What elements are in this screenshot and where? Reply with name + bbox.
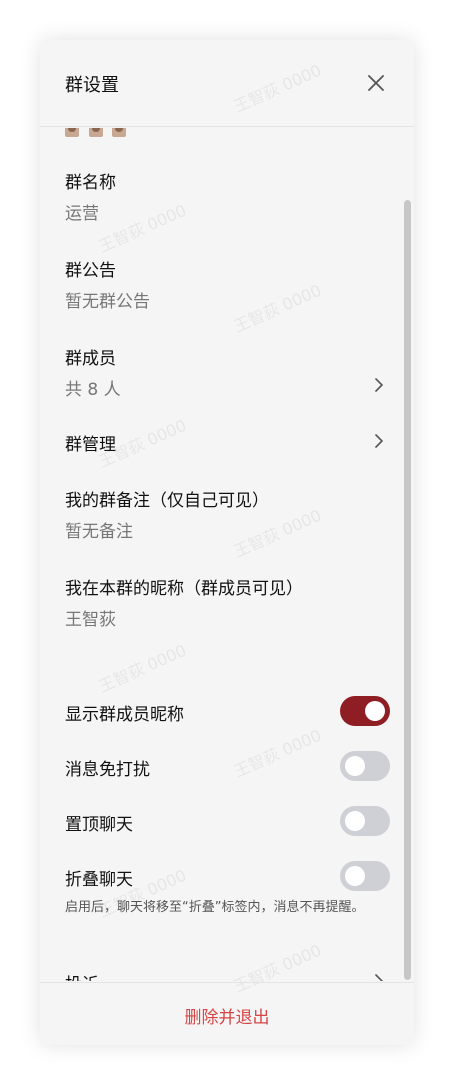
panel-title: 群设置 — [65, 75, 119, 96]
settings-scroll-area[interactable]: 群名称 运营 群公告 暂无群公告 群成员 共 8 人 群管理 我的群备注（仅自己… — [40, 128, 414, 981]
management-label: 群管理 — [65, 435, 116, 455]
scrollbar[interactable] — [404, 200, 411, 980]
my-nickname-label: 我在本群的昵称（群成员可见） — [65, 579, 303, 599]
close-button[interactable] — [366, 73, 386, 93]
pin-toggle[interactable] — [340, 806, 390, 836]
members-count: 共 8 人 — [65, 380, 121, 400]
mute-row: 消息免打扰 — [40, 749, 414, 783]
report-row[interactable]: 投诉 — [40, 970, 414, 981]
my-remark-label: 我的群备注（仅自己可见） — [65, 491, 269, 511]
report-label: 投诉 — [65, 970, 99, 981]
avatar — [65, 128, 79, 137]
fold-toggle[interactable] — [340, 861, 390, 891]
delete-and-exit-button[interactable]: 删除并退出 — [40, 1003, 414, 1028]
chevron-right-icon — [375, 378, 383, 392]
pin-row: 置顶聊天 — [40, 804, 414, 838]
fold-row: 折叠聊天 启用后，聊天将移至“折叠”标签内，消息不再提醒。 — [40, 859, 414, 949]
show-nicknames-row: 显示群成员昵称 — [40, 694, 414, 728]
my-nickname-row[interactable]: 我在本群的昵称（群成员可见） 王智荻 — [40, 574, 414, 634]
avatar — [112, 128, 126, 137]
announcement-row[interactable]: 群公告 暂无群公告 — [40, 256, 414, 316]
chevron-right-icon — [375, 434, 383, 448]
my-remark-value: 暂无备注 — [65, 522, 133, 542]
my-nickname-value: 王智荻 — [65, 610, 116, 630]
announcement-label: 群公告 — [65, 261, 116, 281]
group-name-row[interactable]: 群名称 运营 — [40, 168, 414, 228]
fold-hint: 启用后，聊天将移至“折叠”标签内，消息不再提醒。 — [65, 900, 365, 915]
avatar — [89, 128, 103, 137]
show-nicknames-toggle[interactable] — [340, 696, 390, 726]
mute-label: 消息免打扰 — [65, 760, 150, 780]
panel-header: 群设置 — [40, 40, 414, 127]
group-name-label: 群名称 — [65, 173, 116, 193]
show-nicknames-label: 显示群成员昵称 — [65, 705, 184, 725]
group-name-value: 运营 — [65, 204, 99, 224]
mute-toggle[interactable] — [340, 751, 390, 781]
members-label: 群成员 — [65, 349, 116, 369]
fold-label: 折叠聊天 — [65, 870, 133, 890]
my-remark-row[interactable]: 我的群备注（仅自己可见） 暂无备注 — [40, 486, 414, 546]
members-row[interactable]: 群成员 共 8 人 — [40, 344, 414, 404]
member-avatars — [65, 128, 127, 138]
management-row[interactable]: 群管理 — [40, 430, 414, 460]
announcement-value: 暂无群公告 — [65, 292, 150, 312]
panel-footer: 删除并退出 — [40, 982, 414, 1045]
group-settings-panel: 王智荻 0000 王智荻 0000 王智荻 0000 王智荻 0000 王智荻 … — [40, 40, 414, 1045]
pin-label: 置顶聊天 — [65, 815, 133, 835]
close-icon — [368, 75, 384, 91]
chevron-right-icon — [375, 974, 383, 981]
